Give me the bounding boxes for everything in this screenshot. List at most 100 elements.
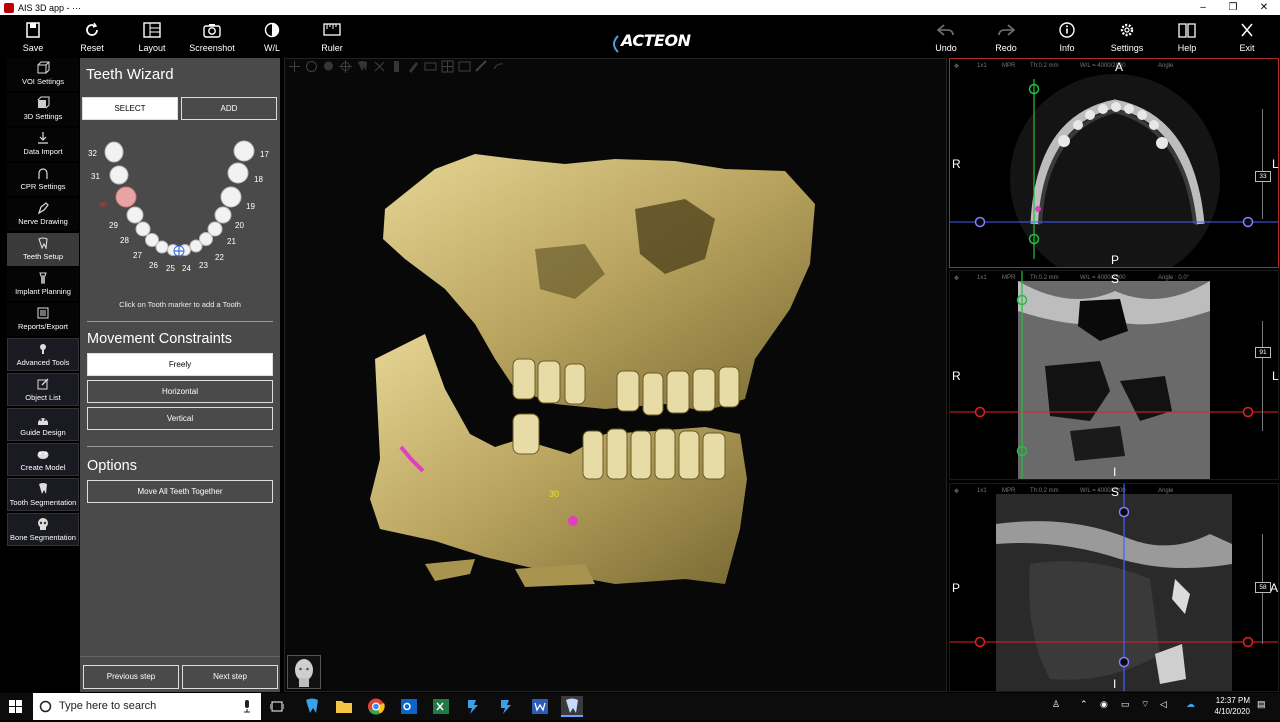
implant-tool-icon[interactable] [390,60,403,73]
tooth-19[interactable] [220,186,242,208]
axial-view-pane[interactable]: ✥ 1x1 MPR Th:0.2 mm W/L = 4000/2000 Angl… [949,58,1279,268]
red-axis-handle[interactable] [974,636,986,648]
rotate-icon[interactable] [305,60,318,73]
tooth-21[interactable] [207,221,223,237]
select-mode-button[interactable]: SELECT [82,97,178,120]
sidebar-item-data-import[interactable]: Data Import [7,128,79,161]
skull-3d-render[interactable]: 30 [285,59,946,691]
taskbar-app-ais-1[interactable] [463,696,485,717]
tooth-26[interactable] [155,240,169,254]
blue-axis-handle[interactable] [974,216,986,228]
orientation-head-thumbnail[interactable] [287,655,321,689]
chevron-up-icon[interactable]: ⌃ [1080,699,1088,710]
move-icon[interactable] [288,60,301,73]
sidebar-item-advanced-tools[interactable]: Advanced Tools [7,338,79,371]
link-tool-icon[interactable] [492,60,505,73]
red-axis-handle[interactable] [974,406,986,418]
red-axis-handle[interactable] [1242,406,1254,418]
sagittal-slice-image[interactable] [950,484,1278,691]
axial-slice-slider[interactable]: 33 [1255,109,1273,219]
sidebar-item-implant-planning[interactable]: Implant Planning [7,268,79,301]
sidebar-item-object-list[interactable]: Object List [7,373,79,406]
cut-tool-icon[interactable] [475,60,488,73]
taskbar-app-excel[interactable] [430,696,452,717]
people-icon[interactable]: ♙ [1052,699,1060,710]
red-axis-handle[interactable] [1242,636,1254,648]
coronal-slice-image[interactable] [950,271,1278,479]
microphone-icon[interactable] [243,700,251,713]
minimize-button[interactable]: – [1189,0,1217,15]
close-window-button[interactable]: ✕ [1250,0,1278,15]
sagittal-view-pane[interactable]: ✥ 1x1 MPR Th:0.2 mm W/L = 4000/2000 Angl… [949,483,1279,692]
sidebar-item-nerve-drawing[interactable]: Nerve Drawing [7,198,79,231]
tooth-28[interactable] [135,221,151,237]
coronal-slice-slider[interactable]: 91 [1255,321,1273,431]
sagittal-slice-slider[interactable]: 58 [1255,534,1273,644]
sidebar-item-teeth-setup[interactable]: Teeth Setup [7,233,79,266]
taskbar-app-outlook[interactable] [398,696,420,717]
add-mode-button[interactable]: ADD [181,97,277,120]
taskbar-app-word[interactable] [529,696,551,717]
taskbar-app-explorer[interactable] [333,696,355,717]
info-button[interactable]: Info [1037,15,1097,58]
taskbar-app-teeth[interactable] [301,696,323,717]
sidebar-item-tooth-segmentation[interactable]: Tooth Segmentation [7,478,79,511]
layout-button[interactable]: Layout [122,15,182,58]
tooth-position-marker[interactable] [568,516,578,526]
tooth-30[interactable] [115,186,137,208]
tooth-tool-icon[interactable] [356,60,369,73]
redo-button[interactable]: Redo [976,15,1036,58]
sidebar-item-bone-segmentation[interactable]: Bone Segmentation [7,513,79,546]
notifications-icon[interactable]: ▤ [1257,699,1266,710]
sidebar-item-cpr-settings[interactable]: CPR Settings [7,163,79,196]
blue-axis-handle[interactable] [1118,656,1130,668]
movement-vertical-button[interactable]: Vertical [87,407,273,430]
screenshot-button[interactable]: Screenshot [182,15,242,58]
windows-start-icon[interactable] [9,700,22,713]
blue-axis-handle[interactable] [1242,216,1254,228]
taskbar-app-teeth-active[interactable] [561,696,583,717]
undo-button[interactable]: Undo [916,15,976,58]
axial-slice-image[interactable] [950,59,1278,267]
grid-tool-icon[interactable] [441,60,454,73]
volume-icon[interactable]: ◁ [1160,699,1167,710]
exit-button[interactable]: Exit [1217,15,1277,58]
brush-tool-icon[interactable] [407,60,420,73]
tooth-32[interactable] [104,141,124,163]
tooth-20[interactable] [214,206,232,224]
3d-volume-view[interactable]: 30 [284,58,947,692]
ruler-tool-icon[interactable] [424,60,437,73]
save-button[interactable]: Save [3,15,63,58]
taskbar-app-chrome[interactable] [365,696,387,717]
battery-icon[interactable]: ▭ [1121,699,1130,710]
tooth-17[interactable] [233,140,255,162]
sidebar-item-guide-design[interactable]: Guide Design [7,408,79,441]
help-button[interactable]: Help [1157,15,1217,58]
tooth-31[interactable] [109,165,129,185]
tooth-29[interactable] [126,206,144,224]
movement-horizontal-button[interactable]: Horizontal [87,380,273,403]
taskbar-app-ais-2[interactable] [496,696,518,717]
previous-step-button[interactable]: Previous step [83,665,179,689]
settings-button[interactable]: Settings [1097,15,1157,58]
crosshair-icon[interactable] [339,60,352,73]
sidebar-item-create-model[interactable]: Create Model [7,443,79,476]
coronal-view-pane[interactable]: ✥ 1x1 MPR Th:0.2 mm W/L = 4000/2000 Angl… [949,270,1279,480]
move-all-teeth-button[interactable]: Move All Teeth Together [87,480,273,503]
sidebar-item-reports-export[interactable]: Reports/Export [7,303,79,336]
add-tooth-marker[interactable] [173,245,185,257]
blue-axis-handle[interactable] [1118,506,1130,518]
close-tool-icon[interactable] [373,60,386,73]
task-view-icon[interactable] [270,700,284,713]
security-icon[interactable]: ◉ [1100,699,1108,710]
wifi-icon[interactable]: ⌔ [1141,699,1149,710]
wl-button[interactable]: W/L [242,15,302,58]
reset-button[interactable]: Reset [62,15,122,58]
movement-freely-button[interactable]: Freely [87,353,273,376]
tooth-18[interactable] [227,162,249,184]
ruler-button[interactable]: Ruler [302,15,362,58]
next-step-button[interactable]: Next step [182,665,278,689]
image-tool-icon[interactable] [458,60,471,73]
skull-view-icon[interactable] [322,60,335,73]
taskbar-search-box[interactable]: Type here to search [33,693,261,720]
